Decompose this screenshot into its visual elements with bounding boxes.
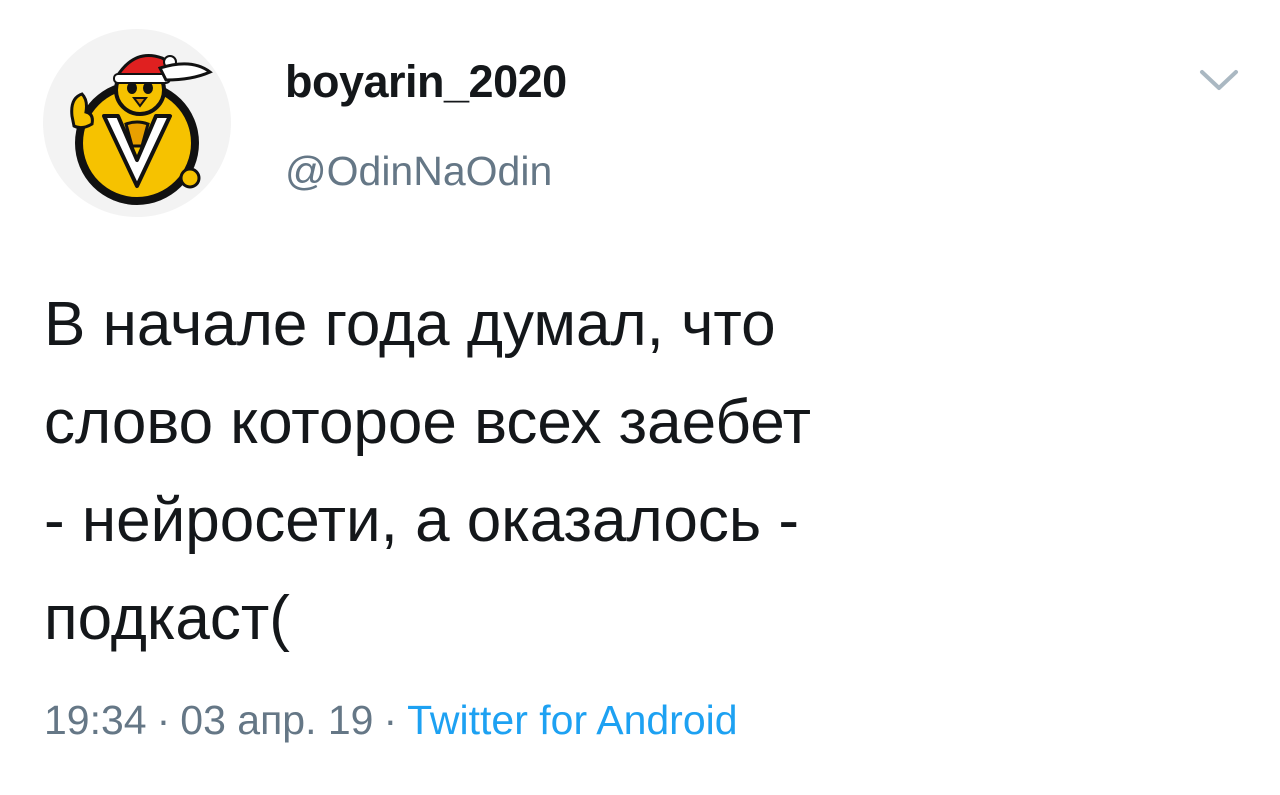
tweet-text: В начале года думал, что слово которое в… [44,290,812,653]
avatar[interactable] [42,28,232,218]
tweet-source-link[interactable]: Twitter for Android [407,697,737,743]
chevron-down-icon [1200,70,1238,90]
author-display-name[interactable]: boyarin_2020 [285,56,567,108]
tweet-date: 03 апр. 19 [180,697,374,743]
tweet-meta: 19:34 · 03 апр. 19 · Twitter for Android [44,692,738,748]
meta-separator: · [156,697,171,743]
author-handle[interactable]: @OdinNaOdin [285,146,552,196]
tweet-card: boyarin_2020 @OdinNaOdin В начале года д… [0,0,1280,795]
tweet-menu-button[interactable] [1196,62,1242,98]
meta-separator: · [383,697,398,743]
tweet-time: 19:34 [44,697,147,743]
yellow-bird-avatar-icon [43,29,231,217]
